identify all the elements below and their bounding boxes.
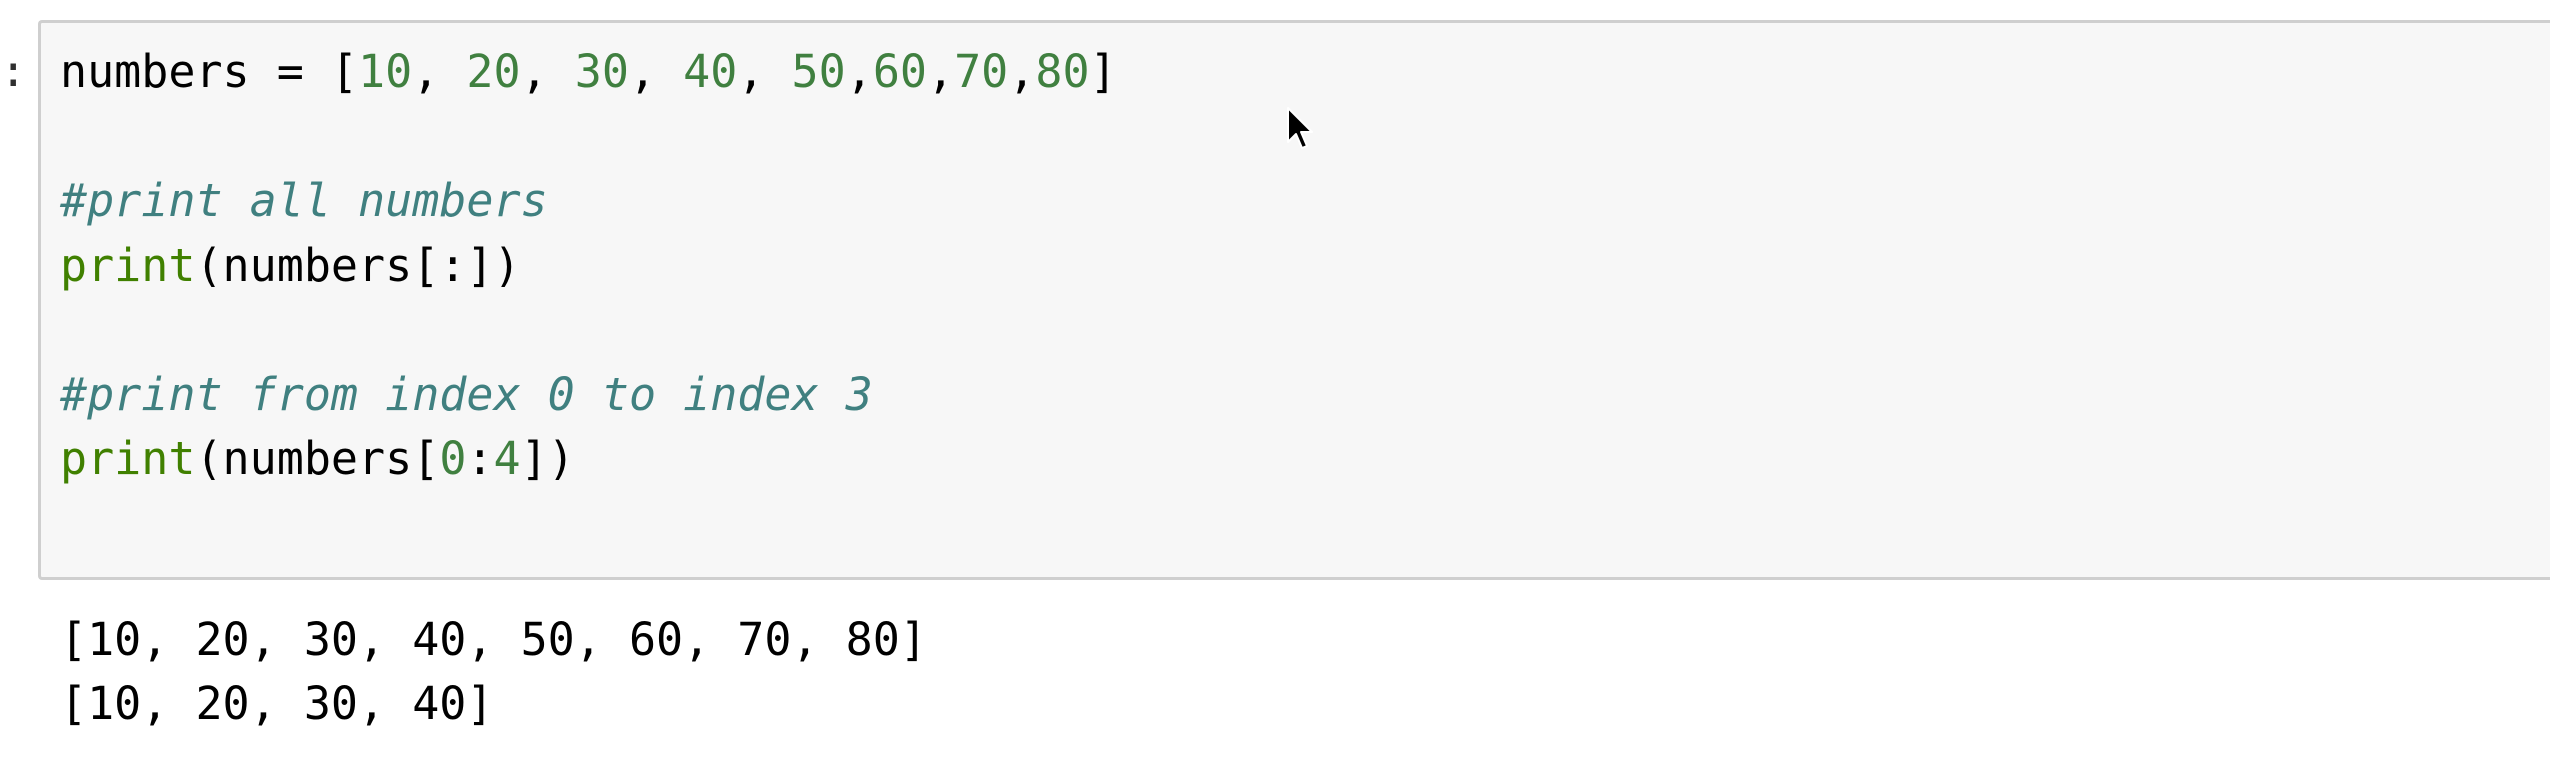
output-line-1: [10, 20, 30, 40, 50, 60, 70, 80] xyxy=(60,613,927,666)
code-sep: , xyxy=(927,45,955,98)
code-number: 0 xyxy=(439,432,467,485)
code-number: 70 xyxy=(954,45,1009,98)
code-sep: , xyxy=(1008,45,1036,98)
code-editor[interactable]: numbers = [10, 20, 30, 40, 50,60,70,80] #… xyxy=(60,40,1117,492)
code-line-1: numbers = [10, 20, 30, 40, 50,60,70,80] xyxy=(60,40,1117,105)
code-number: 10 xyxy=(358,45,413,98)
code-comment-2: #print from index 0 to index 3 xyxy=(60,367,873,421)
code-colon: : xyxy=(466,432,494,485)
code-sep: , xyxy=(520,45,575,98)
cell-output: [10, 20, 30, 40, 50, 60, 70, 80] [10, 20,… xyxy=(60,608,927,736)
code-line-2-blank xyxy=(60,105,1117,170)
code-number: 60 xyxy=(872,45,927,98)
code-bracket: ] xyxy=(1089,45,1117,98)
input-prompt-marker: : xyxy=(0,46,27,97)
code-number: 80 xyxy=(1035,45,1090,98)
code-line-4-blank xyxy=(60,298,1117,363)
code-number: 50 xyxy=(791,45,846,98)
code-variable: numbers xyxy=(60,45,250,98)
code-keyword: print xyxy=(60,432,196,485)
code-number: 20 xyxy=(466,45,521,98)
code-sep: , xyxy=(845,45,873,98)
code-sep: , xyxy=(737,45,792,98)
code-sep: , xyxy=(412,45,467,98)
mouse-pointer-icon xyxy=(1287,107,1313,149)
code-line-5: print(numbers[0:4]) xyxy=(60,427,1117,492)
code-comment-1: #print all numbers xyxy=(60,174,548,227)
code-args: (numbers[:]) xyxy=(195,238,521,292)
code-sep: , xyxy=(628,45,684,98)
code-line-3: print(numbers[:]) xyxy=(60,234,1117,299)
code-number: 40 xyxy=(683,45,738,98)
code-operator: = [ xyxy=(249,45,359,98)
code-args: ]) xyxy=(520,432,575,485)
code-keyword: print xyxy=(60,238,196,292)
code-number: 4 xyxy=(493,432,521,485)
code-args: (numbers[ xyxy=(195,432,440,485)
output-line-2: [10, 20, 30, 40] xyxy=(60,677,494,730)
code-number: 30 xyxy=(574,45,629,98)
